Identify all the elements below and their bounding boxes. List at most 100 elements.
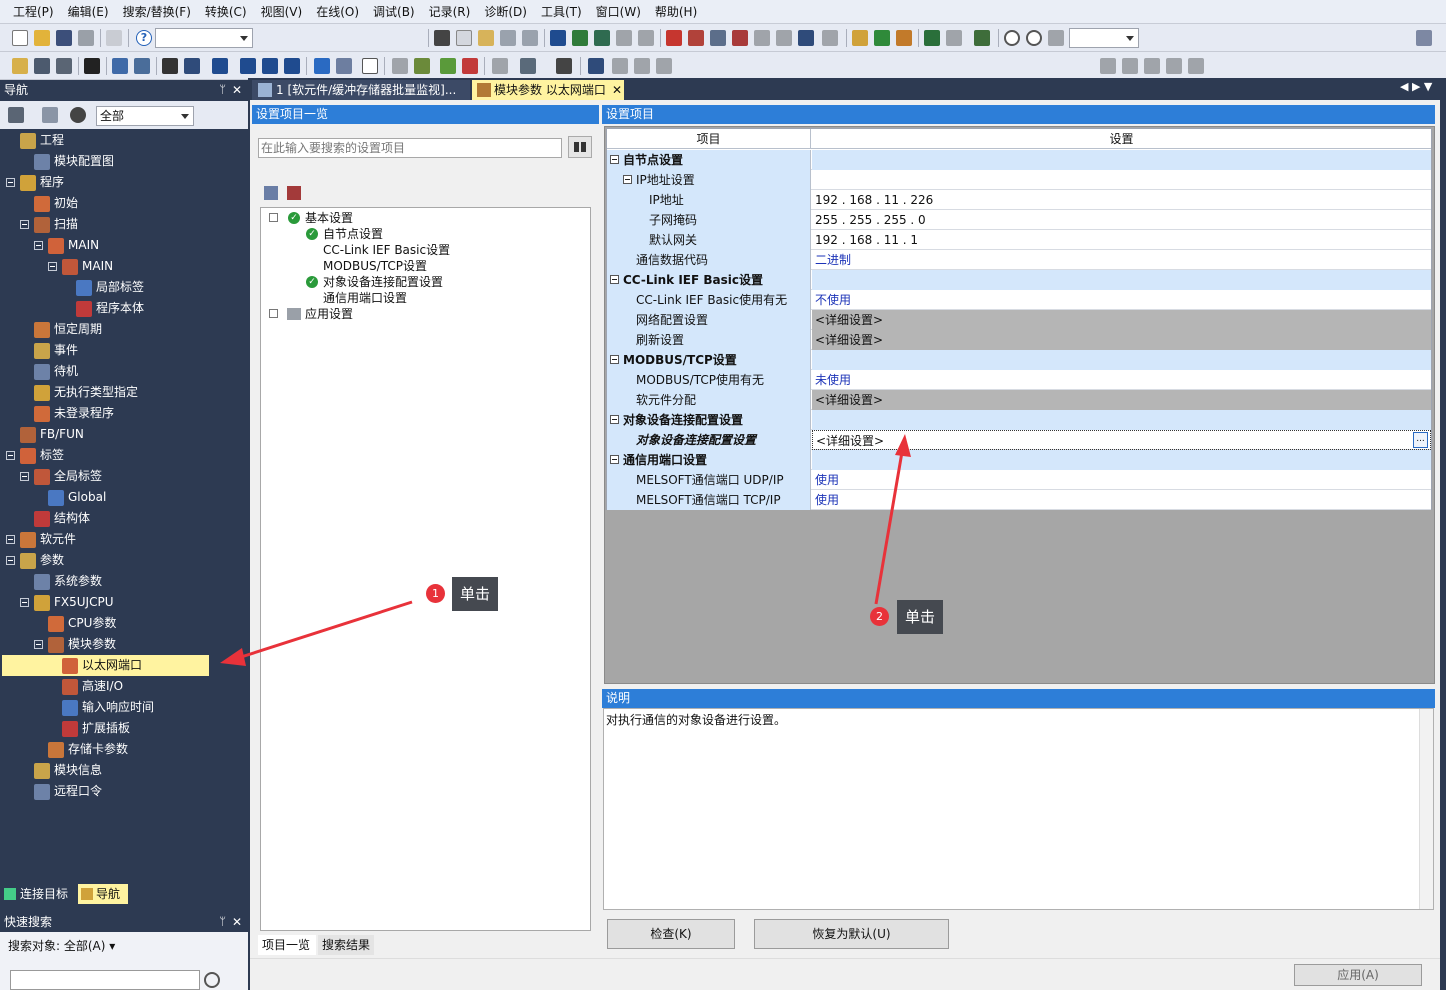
watch-icon[interactable]	[896, 30, 912, 46]
settings-value-cell[interactable]: 二进制	[812, 250, 1431, 270]
settings-row[interactable]: IP地址 192 . 168 . 11 . 226	[607, 190, 1431, 210]
settings-row[interactable]: IP地址设置	[607, 170, 1431, 190]
expand-toggle-icon[interactable]	[269, 213, 278, 222]
settings-value-cell[interactable]: 使用	[812, 490, 1431, 510]
nav-filter-select[interactable]: 全部	[96, 106, 194, 126]
settings-row[interactable]: 默认网关 192 . 168 . 11 . 1	[607, 230, 1431, 250]
nav-tree-item[interactable]: 输入响应时间	[2, 697, 209, 718]
nav-tree-item[interactable]: 参数	[2, 550, 209, 571]
nav-tree-item[interactable]: 以太网端口	[2, 655, 209, 676]
settings-value-cell[interactable]: <详细设置>	[812, 330, 1431, 350]
tool-1-icon[interactable]	[392, 58, 408, 74]
find-device-icon[interactable]	[710, 30, 726, 46]
online-read-icon[interactable]	[946, 30, 962, 46]
tool-10-icon[interactable]	[634, 58, 650, 74]
table-icon[interactable]	[134, 58, 150, 74]
settings-value-cell[interactable]: <详细设置>	[812, 310, 1431, 330]
delete-plc-icon[interactable]	[638, 30, 654, 46]
close-icon[interactable]: ✕	[232, 80, 242, 100]
settings-value-cell[interactable]: <详细设置>...	[812, 430, 1431, 450]
tool-5-icon[interactable]	[492, 58, 508, 74]
settings-value-cell[interactable]: 使用	[812, 470, 1431, 490]
menu-item[interactable]: 调试(B)	[366, 0, 422, 24]
dev-3-icon[interactable]	[262, 58, 278, 74]
settings-search-input[interactable]: 在此输入要搜索的设置项目	[258, 138, 562, 158]
nav-tree-item[interactable]: 标签	[2, 445, 209, 466]
project-icon[interactable]	[12, 58, 28, 74]
tool-4-icon[interactable]	[462, 58, 478, 74]
settings-value-cell[interactable]: 不使用	[812, 290, 1431, 310]
nav-tree-item[interactable]: 事件	[2, 340, 209, 361]
binocular-icon[interactable]	[568, 136, 592, 158]
zoom-combo[interactable]	[1069, 28, 1139, 48]
replace-icon[interactable]	[754, 30, 770, 46]
settings-value-cell[interactable]: <详细设置>	[812, 390, 1431, 410]
copy-icon[interactable]	[456, 30, 472, 46]
nav-tree-item[interactable]: 系统参数	[2, 571, 209, 592]
nav-tree-item[interactable]: 高速I/O	[2, 676, 209, 697]
menu-item[interactable]: 帮助(H)	[648, 0, 704, 24]
close-icon[interactable]: ✕	[232, 912, 242, 932]
description-scrollbar[interactable]	[1419, 709, 1433, 909]
settings-row[interactable]: MELSOFT通信端口 UDP/IP 使用	[607, 470, 1431, 490]
zoom-out-icon[interactable]	[1026, 30, 1042, 46]
label-icon[interactable]	[112, 58, 128, 74]
settings-row[interactable]: 对象设备连接配置设置	[607, 410, 1431, 430]
collapse-all-icon[interactable]	[287, 186, 301, 200]
tool-13-icon[interactable]	[1122, 58, 1138, 74]
device-use-icon[interactable]	[822, 30, 838, 46]
read-plc-icon[interactable]	[594, 30, 610, 46]
module-icon[interactable]	[34, 58, 50, 74]
binocular-icon[interactable]	[162, 58, 178, 74]
nav-collapse-icon[interactable]	[42, 107, 58, 123]
quick-search-input[interactable]	[10, 970, 200, 990]
print-icon[interactable]	[78, 30, 94, 46]
zoom-fit-icon[interactable]	[1048, 30, 1064, 46]
nav-tree-item[interactable]: 未登录程序	[2, 403, 209, 424]
settings-row[interactable]: CC-Link IEF Basic使用有无 不使用	[607, 290, 1431, 310]
tool-6-icon[interactable]	[520, 58, 536, 74]
collapse-icon[interactable]	[623, 175, 632, 184]
nav-tree-item[interactable]: 工程	[2, 130, 209, 151]
collapse-icon[interactable]	[610, 155, 619, 164]
nav-tree-icon[interactable]	[8, 107, 24, 123]
device-list-icon[interactable]	[798, 30, 814, 46]
parameter-icon[interactable]	[56, 58, 72, 74]
nav-tree-item[interactable]: 初始	[2, 193, 209, 214]
settings-tree-item[interactable]: ✓ 对象设备连接配置设置	[306, 274, 443, 290]
nav-tree-item[interactable]: 恒定周期	[2, 319, 209, 340]
settings-value-cell[interactable]	[812, 450, 1431, 470]
find-contact-icon[interactable]	[732, 30, 748, 46]
nav-tree-item[interactable]: FX5UJCPU	[2, 592, 209, 613]
expand-toggle-icon[interactable]	[48, 262, 57, 271]
tool-2-icon[interactable]	[414, 58, 430, 74]
menu-item[interactable]: 诊断(D)	[477, 0, 534, 24]
nav-tree-item[interactable]: 软元件	[2, 529, 209, 550]
restore-default-button[interactable]: 恢复为默认(U)	[754, 919, 949, 949]
tab-scroll-icons[interactable]: ◀ ▶ ▼	[1400, 80, 1432, 93]
menu-item[interactable]: 工具(T)	[534, 0, 589, 24]
save-icon[interactable]	[56, 30, 72, 46]
collapse-icon[interactable]	[610, 415, 619, 424]
settings-tree-item[interactable]: 应用设置	[269, 306, 353, 322]
pin-icon[interactable]: ᛘ	[219, 912, 226, 932]
settings-row[interactable]: CC-Link IEF Basic设置	[607, 270, 1431, 290]
menu-item[interactable]: 编辑(E)	[61, 0, 116, 24]
settings-row[interactable]: MODBUS/TCP使用有无 未使用	[607, 370, 1431, 390]
tool-12-icon[interactable]	[1100, 58, 1116, 74]
tab-search-result[interactable]: 搜索结果	[318, 935, 374, 955]
settings-value-cell[interactable]	[812, 410, 1431, 430]
zoom-in-icon[interactable]	[1004, 30, 1020, 46]
online-write-icon[interactable]	[924, 30, 940, 46]
search-icon[interactable]	[204, 972, 220, 988]
nav-tree-item[interactable]: 扩展插板	[2, 718, 209, 739]
settings-value-cell[interactable]: 未使用	[812, 370, 1431, 390]
nav-tree-item[interactable]: 程序	[2, 172, 209, 193]
settings-tree-item[interactable]: CC-Link IEF Basic设置	[323, 242, 450, 258]
collapse-icon[interactable]	[610, 455, 619, 464]
settings-tree-item[interactable]: 通信用端口设置	[323, 290, 407, 306]
nav-tree-item[interactable]: CPU参数	[2, 613, 209, 634]
cut-icon[interactable]	[434, 30, 450, 46]
nav-tree-item[interactable]: 局部标签	[2, 277, 209, 298]
expand-toggle-icon[interactable]	[269, 309, 278, 318]
